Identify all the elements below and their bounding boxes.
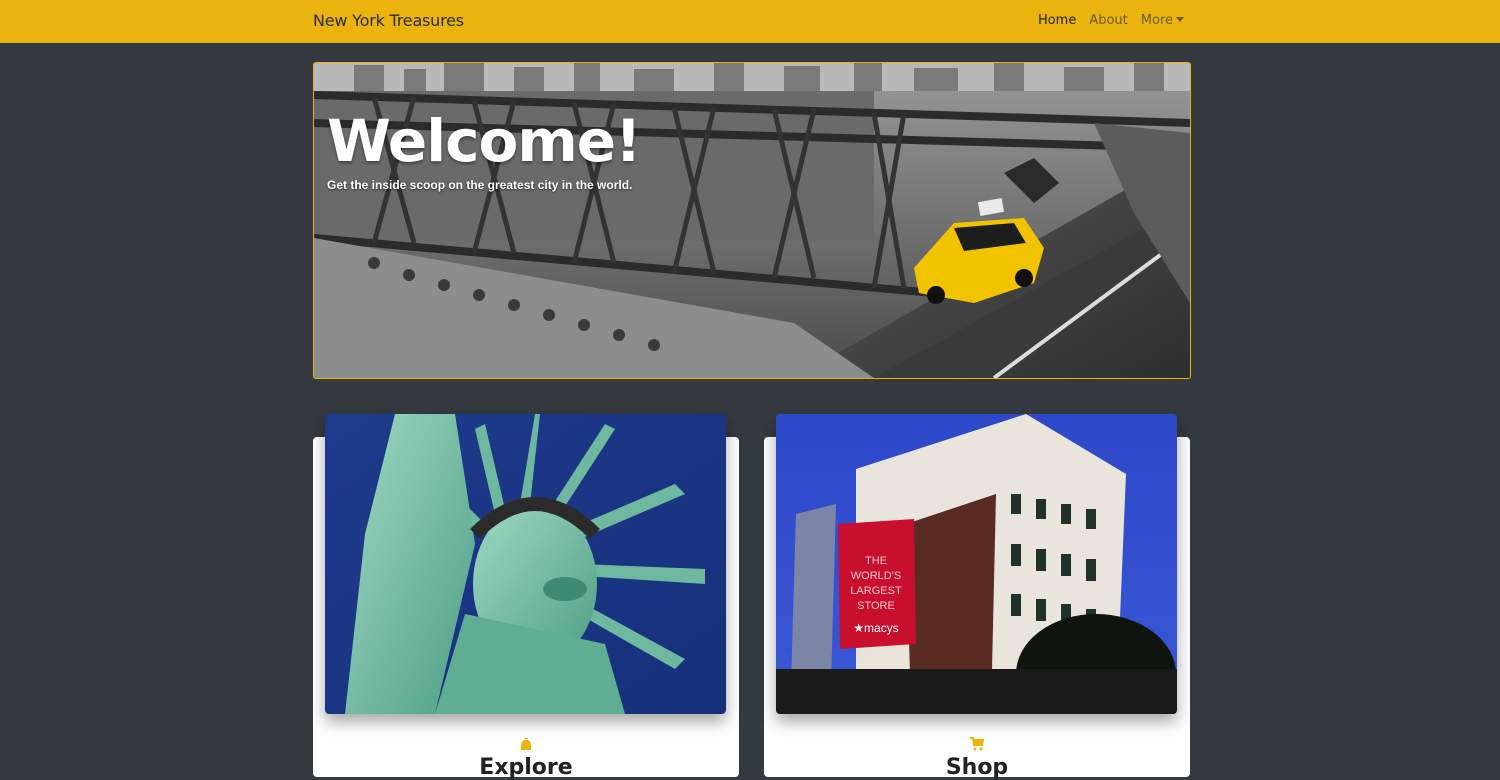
nav-link-home[interactable]: Home bbox=[1038, 13, 1076, 28]
svg-text:★macys: ★macys bbox=[853, 621, 898, 635]
hero-title: Welcome! bbox=[327, 107, 642, 175]
nav-dropdown-more-label: More bbox=[1140, 13, 1173, 28]
chevron-down-icon bbox=[1176, 17, 1184, 22]
landmark-icon bbox=[313, 737, 739, 754]
svg-text:STORE: STORE bbox=[857, 600, 895, 612]
statue-of-liberty-photo bbox=[325, 414, 726, 714]
card-title-shop: Shop bbox=[945, 755, 1009, 780]
nav-dropdown-more[interactable]: More bbox=[1141, 13, 1184, 28]
card-explore[interactable]: Explore bbox=[313, 414, 739, 780]
top-navbar: New York Treasures Home About More bbox=[0, 0, 1500, 43]
hero-banner: Welcome! Get the inside scoop on the gre… bbox=[313, 62, 1191, 379]
macys-store-photo: THE WORLD'S LARGEST STORE ★macys bbox=[776, 414, 1177, 714]
shopping-cart-icon bbox=[764, 737, 1190, 754]
nav-links: Home About More bbox=[1038, 13, 1184, 28]
svg-text:WORLD'S: WORLD'S bbox=[851, 570, 901, 582]
nav-link-about[interactable]: About bbox=[1089, 13, 1127, 28]
card-title-explore: Explore bbox=[479, 755, 573, 780]
svg-text:THE: THE bbox=[865, 555, 887, 567]
svg-text:LARGEST: LARGEST bbox=[850, 585, 902, 597]
brand-link[interactable]: New York Treasures bbox=[313, 11, 464, 30]
hero-subtitle: Get the inside scoop on the greatest cit… bbox=[327, 178, 633, 192]
card-shop[interactable]: THE WORLD'S LARGEST STORE ★macys Shop bbox=[764, 414, 1190, 780]
